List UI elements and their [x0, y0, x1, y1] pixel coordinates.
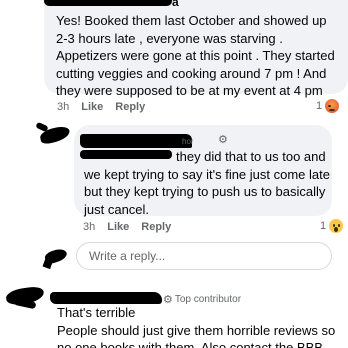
redacted-avatar-3-stroke: [42, 256, 54, 270]
comment-text-2: we kept trying to say it's fine just com…: [84, 166, 330, 217]
wow-reaction-icon: [328, 218, 345, 234]
reply-button[interactable]: Reply: [115, 101, 145, 113]
comment-actions-2: 3h Like Reply: [83, 221, 171, 233]
author-badge: hor: [182, 137, 194, 146]
reaction-count: 1: [320, 220, 327, 232]
redacted-mention-2: [80, 150, 172, 159]
comment-text-1: Yes! Booked them last October and showed…: [56, 13, 335, 98]
reaction-count: 1: [316, 100, 323, 112]
redacted-avatar-2-stroke: [35, 121, 49, 133]
author-name-tail-1: a: [172, 0, 179, 9]
reply-input-container[interactable]: [76, 242, 332, 270]
timestamp[interactable]: 3h: [57, 101, 69, 113]
redacted-author-name-1: [44, 0, 172, 6]
comment-text-2-first-line: they did that to us too and: [176, 149, 326, 164]
redacted-author-name-4: [50, 292, 162, 304]
timestamp[interactable]: 3h: [83, 221, 95, 233]
redacted-author-name-2: [80, 134, 192, 148]
comment-actions-1: 3h Like Reply: [57, 101, 145, 113]
like-button[interactable]: Like: [81, 101, 103, 113]
reply-button[interactable]: Reply: [141, 221, 171, 233]
reply-input[interactable]: [77, 243, 331, 269]
reaction-summary-1[interactable]: 1: [316, 98, 341, 114]
angry-reaction-icon: [324, 98, 341, 114]
comment-text-3: That's terrible People should just give …: [57, 305, 336, 348]
gear-icon: ⚙: [218, 134, 228, 146]
like-button[interactable]: Like: [107, 221, 129, 233]
reaction-summary-2[interactable]: 1: [320, 218, 345, 234]
